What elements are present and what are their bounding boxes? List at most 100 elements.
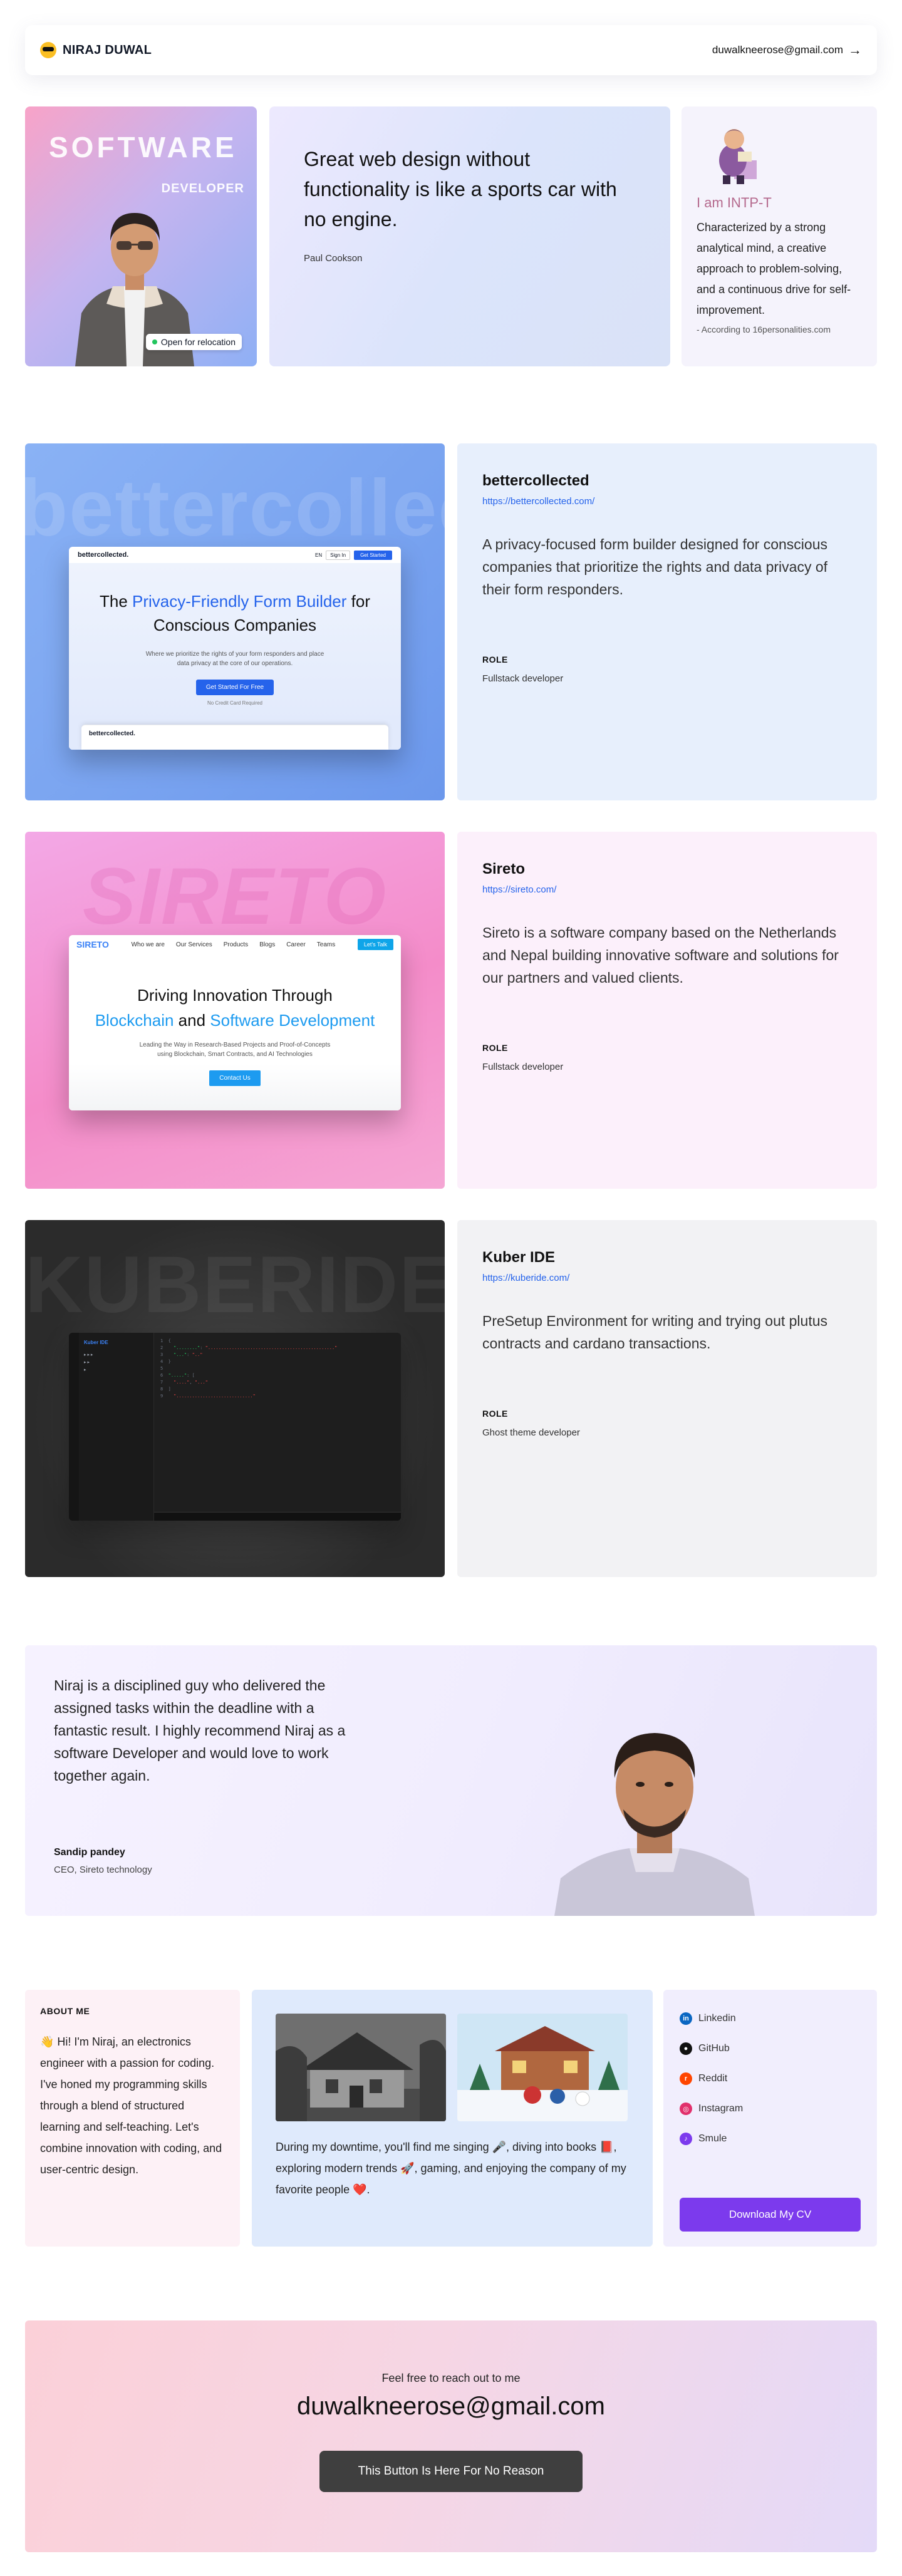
mock-nav-item: Products (223, 941, 249, 948)
hobby-images (276, 2014, 629, 2121)
project-role: Ghost theme developer (482, 1427, 580, 1438)
project-info-kuberide: Kuber IDE https://kuberide.com/ PreSetup… (457, 1220, 877, 1577)
no-reason-button[interactable]: This Button Is Here For No Reason (319, 2451, 583, 2492)
project-description: A privacy-focused form builder designed … (482, 536, 828, 597)
project-info-sireto: Sireto https://sireto.com/ Sireto is a s… (457, 832, 877, 1189)
mock-nav-right: EN Sign In Get Started (315, 550, 392, 560)
mock-cta: Contact Us (209, 1070, 261, 1086)
project-role: Fullstack developer (482, 673, 564, 684)
social-label: Linkedin (698, 2013, 736, 2024)
ghost-text: KUBERIDE (25, 1240, 445, 1330)
social-label: Smule (698, 2133, 727, 2144)
mock-paragraph: Leading the Way in Research-Based Projec… (139, 1042, 331, 1058)
arrow-right-icon: → (848, 42, 862, 58)
mock-code: 1 { 2 "........": ".....................… (154, 1333, 401, 1521)
github-icon: ● (680, 2042, 692, 2055)
mock-logo: Kuber IDE (84, 1340, 108, 1345)
relocation-badge: Open for relocation (145, 334, 242, 350)
social-card: in Linkedin ● GitHub r Reddit ◎ Instagra… (663, 1990, 877, 2247)
social-linkedin[interactable]: in Linkedin (680, 2004, 861, 2034)
bettercollected-screenshot: bettercollected. EN Sign In Get Started … (69, 547, 401, 750)
project-description: Sireto is a software company based on th… (482, 924, 839, 986)
hobbies-text: During my downtime, you'll find me singi… (276, 2141, 626, 2196)
mock-lang: EN (315, 552, 323, 558)
project-name: Sireto (482, 861, 526, 877)
status-dot-icon (152, 339, 157, 344)
role-heading: ROLE (482, 1043, 508, 1053)
winter-game-image (457, 2014, 628, 2121)
reddit-icon: r (680, 2072, 692, 2085)
header-email: duwalkneerose@gmail.com (712, 44, 843, 56)
role-heading: ROLE (482, 654, 508, 665)
mock-nav-item: Our Services (175, 941, 212, 948)
role-heading: ROLE (482, 1409, 508, 1419)
testimonial-portrait (554, 1733, 755, 1916)
mock-hero: The Privacy-Friendly Form Builder for Co… (69, 563, 401, 725)
contact-lead: Feel free to reach out to me (381, 2372, 521, 2384)
mock-headline-pre: Driving Innovation Through (137, 986, 333, 1005)
project-image-sireto[interactable]: SIRETO SIRETO Who we are Our Services Pr… (25, 832, 445, 1189)
project-image-kuberide[interactable]: KUBERIDE Kuber IDE ▸ ▸ ▸ ▸ ▸ ▸ 1 { 2 "....… (25, 1220, 445, 1577)
mock-nav: Who we are Our Services Products Blogs C… (132, 941, 336, 948)
quote-author: Paul Cookson (304, 253, 363, 264)
social-smule[interactable]: ♪ Smule (680, 2124, 861, 2154)
project-info-bettercollected: bettercollected https://bettercollected.… (457, 443, 877, 800)
social-github[interactable]: ● GitHub (680, 2034, 861, 2064)
mock-headline: Driving Innovation Through Blockchain an… (69, 983, 401, 1033)
project-role: Fullstack developer (482, 1062, 564, 1072)
mock-get-started: Get Started (354, 550, 392, 560)
personality-card: I am INTP-T Characterized by a strong an… (682, 106, 877, 366)
project-link[interactable]: https://kuberide.com/ (482, 1273, 852, 1283)
mock-status-bar (154, 1512, 401, 1521)
mock-navbar: bettercollected. EN Sign In Get Started (69, 547, 401, 563)
social-label: Reddit (698, 2073, 728, 2084)
about-text: 👋 Hi! I'm Niraj, an electronics engineer… (40, 2035, 222, 2176)
mock-logo: bettercollected. (78, 551, 129, 559)
mock-file-tree: Kuber IDE ▸ ▸ ▸ ▸ ▸ ▸ (79, 1333, 154, 1521)
mock-headline-pre: The (99, 592, 133, 611)
thinker-illustration-icon (719, 129, 757, 184)
mock-nav-item: Blogs (259, 941, 276, 948)
project-link[interactable]: https://bettercollected.com/ (482, 496, 852, 507)
quote-card: Great web design without functionality i… (269, 106, 670, 366)
mock-nav-item: Teams (316, 941, 336, 948)
ghost-text: SIRETO (82, 852, 388, 941)
linkedin-icon: in (680, 2012, 692, 2025)
relocation-text: Open for relocation (160, 337, 236, 347)
download-cv-button[interactable]: Download My CV (680, 2198, 861, 2232)
project-link[interactable]: https://sireto.com/ (482, 884, 852, 895)
about-heading: ABOUT ME (40, 2006, 90, 2016)
social-instagram[interactable]: ◎ Instagram (680, 2094, 861, 2124)
project-name: Kuber IDE (482, 1249, 556, 1266)
mock-cta: Get Started For Free (195, 680, 274, 695)
mock-headline-hl1: Blockchain (95, 1011, 174, 1030)
brand-name: NIRAJ DUWAL (63, 43, 152, 57)
mock-headline-hl2: Software Development (210, 1011, 375, 1030)
project-image-bettercollected[interactable]: bettercollected bettercollected. EN Sign… (25, 443, 445, 800)
project-description: PreSetup Environment for writing and try… (482, 1313, 828, 1352)
mock-bottom: bettercollected. (69, 725, 401, 750)
contact-section: Feel free to reach out to me duwalkneero… (25, 2320, 877, 2552)
ghost-text: bettercollected (25, 463, 445, 553)
social-label: Instagram (698, 2103, 744, 2114)
contact-email[interactable]: duwalkneerose@gmail.com (25, 2392, 877, 2421)
profile-photo-card: SOFTWARE DEVELOPER Open for relocation (25, 106, 257, 366)
mock-navbar: SIRETO Who we are Our Services Products … (69, 935, 401, 954)
sunglasses-emoji-icon (40, 42, 56, 58)
top-header: NIRAJ DUWAL duwalkneerose@gmail.com → (25, 25, 877, 75)
mock-nav-item: Career (286, 941, 306, 948)
mock-hero: Driving Innovation Through Blockchain an… (69, 954, 401, 1110)
smule-icon: ♪ (680, 2133, 692, 2145)
instagram-icon: ◎ (680, 2103, 692, 2115)
project-name: bettercollected (482, 472, 589, 489)
mock-nav-item: Who we are (131, 941, 165, 948)
hobbies-card: During my downtime, you'll find me singi… (252, 1990, 653, 2247)
brand[interactable]: NIRAJ DUWAL (40, 42, 152, 58)
mock-headline-highlight: Privacy-Friendly Form Builder (132, 592, 347, 611)
mock-rail (69, 1333, 79, 1521)
testimonial-author: Sandip pandey (54, 1847, 125, 1858)
social-reddit[interactable]: r Reddit (680, 2064, 861, 2094)
mock-tree-lines: ▸ ▸ ▸ ▸ ▸ ▸ (84, 1353, 93, 1372)
header-email-link[interactable]: duwalkneerose@gmail.com → (712, 43, 862, 57)
mock-editor: Kuber IDE ▸ ▸ ▸ ▸ ▸ ▸ 1 { 2 "........": ".… (69, 1333, 401, 1521)
